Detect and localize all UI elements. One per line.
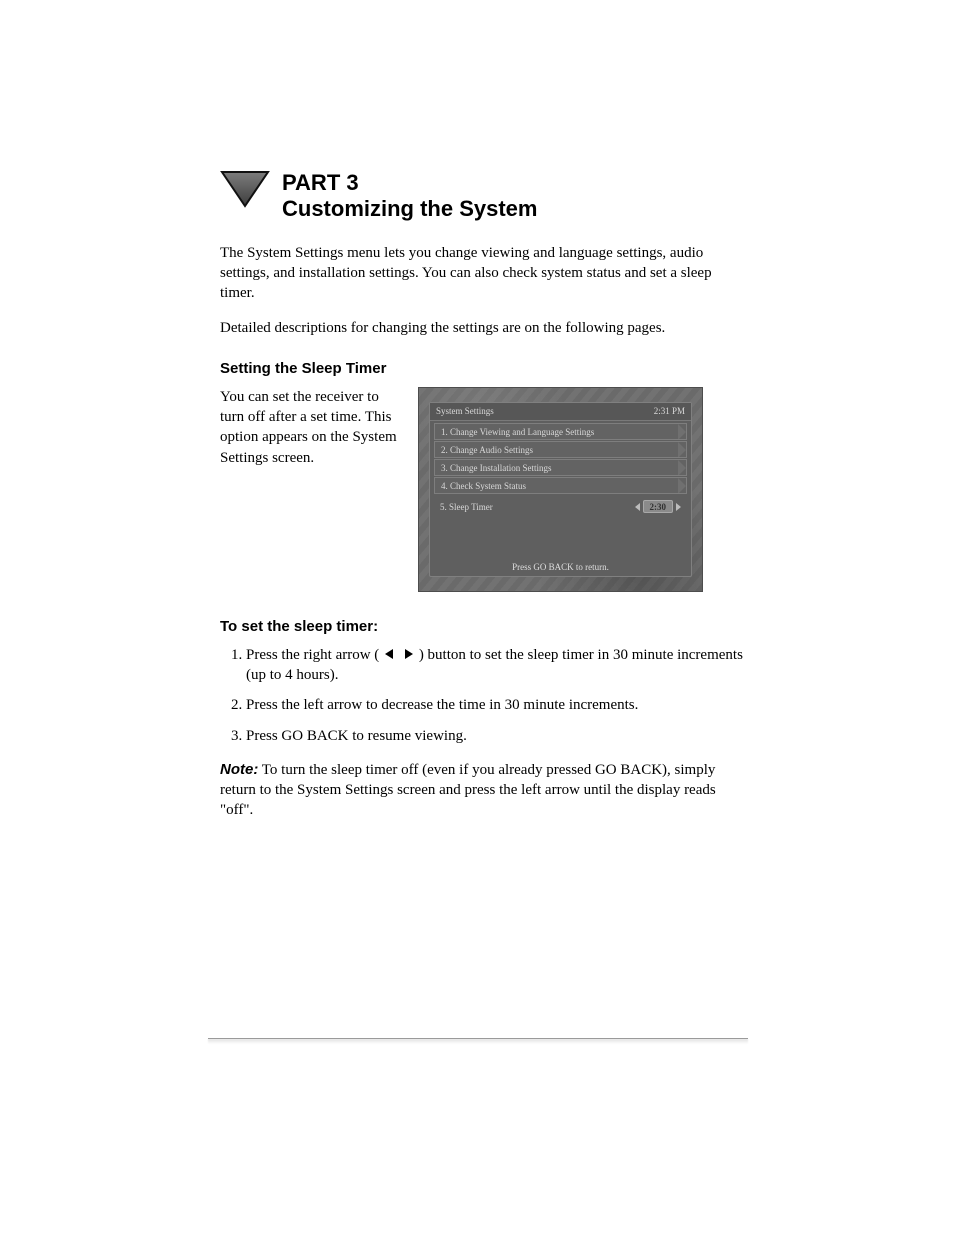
sleep-timer-row: You can set the receiver to turn off aft… xyxy=(220,387,744,592)
steps-heading: To set the sleep timer: xyxy=(220,618,744,635)
menu-title: System Settings xyxy=(436,406,494,416)
menu-clock: 2:31 PM xyxy=(654,406,685,416)
menu-footer-hint: Press GO BACK to return. xyxy=(430,562,691,572)
remote-arrows-icon xyxy=(383,647,419,663)
intro-text: The System Settings menu lets you change… xyxy=(220,243,744,338)
triangle-down-icon xyxy=(220,170,270,208)
intro-para-1: The System Settings menu lets you change… xyxy=(220,243,744,304)
note-label: Note: xyxy=(220,761,258,778)
menu-sleep-label: 5. Sleep Timer xyxy=(440,502,493,512)
section-header: PART 3 Customizing the System xyxy=(220,170,744,223)
section-part-label: PART 3 xyxy=(282,170,537,196)
arrow-right-icon[interactable] xyxy=(676,503,681,511)
system-settings-screenshot: System Settings 2:31 PM 1. Change Viewin… xyxy=(418,387,703,592)
step-3: Press GO BACK to resume viewing. xyxy=(246,726,744,746)
manual-page: PART 3 Customizing the System The System… xyxy=(0,0,954,1235)
menu-sleep-value: 2:30 xyxy=(643,500,674,513)
intro-para-2: Detailed descriptions for changing the s… xyxy=(220,318,744,338)
step-2: Press the left arrow to decrease the tim… xyxy=(246,695,744,715)
menu-item-system-status[interactable]: 4. Check System Status xyxy=(434,477,687,494)
note-text: To turn the sleep timer off (even if you… xyxy=(220,762,716,819)
arrow-left-icon[interactable] xyxy=(635,503,640,511)
section-title: Customizing the System xyxy=(282,196,537,222)
menu-item-viewing-language[interactable]: 1. Change Viewing and Language Settings xyxy=(434,423,687,440)
page-divider xyxy=(208,1038,748,1044)
menu-item-installation[interactable]: 3. Change Installation Settings xyxy=(434,459,687,476)
steps-list: Press the right arrow ( ) button to set … xyxy=(220,645,744,746)
sleep-timer-heading: Setting the Sleep Timer xyxy=(220,360,744,377)
tv-menu-panel: System Settings 2:31 PM 1. Change Viewin… xyxy=(418,387,703,592)
step-1: Press the right arrow ( ) button to set … xyxy=(246,645,744,686)
menu-item-audio[interactable]: 2. Change Audio Settings xyxy=(434,441,687,458)
step-1-text-a: Press the right arrow ( xyxy=(246,647,379,663)
sleep-timer-blurb: You can set the receiver to turn off aft… xyxy=(220,387,400,468)
note-block: Note: To turn the sleep timer off (even … xyxy=(220,760,744,821)
menu-item-sleep-timer[interactable]: 5. Sleep Timer 2:30 xyxy=(434,498,687,516)
menu-list: 1. Change Viewing and Language Settings … xyxy=(430,421,691,516)
